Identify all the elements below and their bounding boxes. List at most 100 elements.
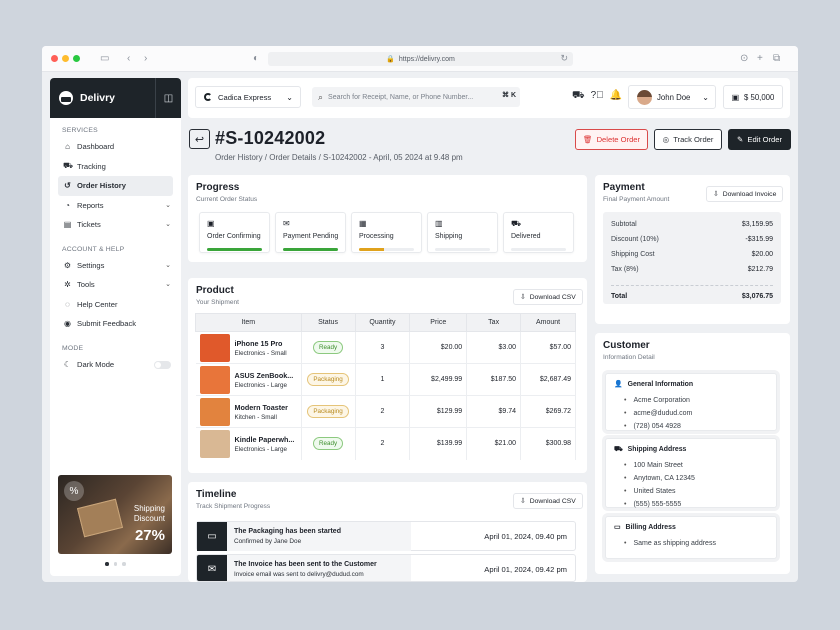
tabs-overview-icon[interactable]: ⧉ (773, 52, 780, 66)
company-select[interactable]: Cadica Express ⌄ (195, 86, 301, 108)
download-invoice-button[interactable]: ⇩ Download Invoice (706, 186, 784, 202)
file-download-icon: ⇩ (520, 294, 526, 301)
timeline-card: Timeline Track Shipment Progress ⇩ Downlo… (188, 482, 587, 582)
product-image (199, 429, 230, 458)
delivery-truck-icon[interactable]: ⛟ (572, 90, 585, 103)
address-bar[interactable]: 🔒 https://delivry.com ↻ (268, 52, 573, 66)
brand-name: Delivry (80, 92, 116, 104)
table-row[interactable]: Kindle Paperwh... Electronics - Large Read… (195, 427, 576, 460)
step-bar (207, 248, 262, 251)
status-badge: Ready (312, 341, 344, 354)
column-header: Item (195, 313, 302, 332)
sidebar-item-tickets[interactable]: ▤ Tickets ⌄ (58, 215, 173, 235)
list-item: acme@dudud.com (624, 407, 692, 420)
reload-icon[interactable]: ↻ (560, 53, 568, 64)
status-badge: Ready (312, 437, 344, 451)
new-tab-icon[interactable]: + (757, 52, 763, 66)
sidebar-item-label: Order History (77, 181, 126, 191)
quantity-cell: 2 (355, 427, 411, 460)
promo-banner[interactable]: % Shipping Discount 27% (58, 475, 172, 554)
shipping-address-list: 100 Main Street Anytown, CA 12345 United… (624, 459, 695, 511)
back-arrow-icon[interactable]: ‹ (127, 52, 130, 66)
step-processing: ▦ Processing (351, 212, 422, 253)
help-circle-icon[interactable]: ?⃝ (591, 90, 604, 103)
chevron-down-icon[interactable]: ⌄ (165, 220, 171, 228)
minimize-window-button[interactable] (62, 55, 69, 62)
shield-icon[interactable]: ◐ (253, 52, 259, 66)
sidebar-item-tools[interactable]: ✲ Tools ⌄ (58, 275, 173, 295)
browser-titlebar: ▭ ‹ › ◐ 🔒 https://delivry.com ↻ ⊙ + ⧉ (42, 46, 798, 72)
progress-title: Progress (196, 182, 240, 193)
breadcrumb: Order History / Order Details / S-102420… (215, 153, 463, 162)
dark-mode-row: ☾ Dark Mode (58, 355, 173, 375)
boxes-icon: ▦ (359, 219, 367, 228)
sidebar-item-label: Tools (77, 280, 95, 290)
step-label: Payment Pending (283, 233, 339, 240)
sidebar: Delivry ◫ SERVICES ⌂ Dashboard ⛟ Tracking … (50, 78, 181, 576)
maximize-window-button[interactable] (73, 55, 80, 62)
credit-card-icon: ▭ (614, 524, 621, 531)
promo-pager (50, 562, 181, 566)
column-header: Quantity (354, 313, 411, 332)
delete-order-button[interactable]: 🗑 Delete Order (575, 129, 648, 150)
sidebar-item-dashboard[interactable]: ⌂ Dashboard (58, 137, 173, 157)
download-icon[interactable]: ⊙ (740, 52, 748, 66)
topbar-icons: ⛟ ?⃝ 🔔 (572, 90, 622, 103)
lock-icon: 🔒 (386, 56, 395, 63)
step-bar-fill (207, 248, 262, 251)
customer-card: Customer Information Detail 👤 General Inf… (595, 333, 790, 574)
sidebar-item-submit-feedback[interactable]: ◉ Submit Feedback (58, 314, 173, 334)
pager-dot[interactable] (122, 562, 126, 566)
chevron-down-icon[interactable]: ⌄ (165, 280, 171, 288)
truck-icon: ⛟ (614, 446, 623, 453)
pager-dot[interactable] (113, 562, 118, 566)
wallet-balance[interactable]: ▣ $ 50,000 (723, 85, 783, 109)
product-card: Product Your Shipment ⇩ Download CSV Item… (188, 278, 587, 473)
nav-services: ⌂ Dashboard ⛟ Tracking ↺ Order History ◔ Rep… (58, 137, 173, 235)
timeline-event-text: The Packaging has been started Confirmed … (227, 522, 411, 551)
billing-address-list: Same as shipping address (624, 537, 716, 550)
table-row[interactable]: ASUS ZenBook... Electronics - Large Packag… (195, 363, 576, 396)
collapse-sidebar-icon[interactable]: ◫ (155, 78, 181, 118)
payment-summary: Subtotal $3,159.95 Discount (10%) -$315.99… (603, 212, 781, 304)
pager-dot[interactable] (105, 562, 109, 566)
step-bar (435, 248, 490, 251)
list-item: (728) 054 4928 (624, 420, 692, 433)
delete-order-label: Delete Order (596, 135, 641, 144)
step-label: Shipping (435, 233, 463, 240)
sidebar-item-tracking[interactable]: ⛟ Tracking (58, 157, 173, 177)
chevron-down-icon[interactable]: ⌄ (165, 201, 171, 209)
forward-arrow-icon[interactable]: › (144, 52, 147, 66)
back-button[interactable]: ↩ (189, 129, 210, 149)
sidebar-toggle-icon[interactable]: ▭ (100, 52, 109, 66)
search-icon: ⌕ (318, 91, 324, 102)
edit-order-button[interactable]: ✎ Edit Order (728, 129, 791, 150)
sidebar-item-settings[interactable]: ⚙ Settings ⌄ (58, 256, 173, 276)
chevron-down-icon[interactable]: ⌄ (165, 261, 171, 269)
payment-line-label: Subtotal (611, 221, 637, 228)
download-csv-button[interactable]: ⇩ Download CSV (513, 289, 583, 305)
sidebar-item-help-center[interactable]: ◌ Help Center (58, 295, 173, 315)
track-order-button[interactable]: ◎ Track Order (654, 129, 722, 150)
bell-icon[interactable]: 🔔 (610, 90, 622, 103)
timeline-event[interactable]: ▭ The Packaging has been started Confirme… (196, 521, 576, 551)
search-input[interactable]: ⌕ Search for Receipt, Name, or Phone Num… (312, 87, 520, 107)
item-cell: ASUS ZenBook... Electronics - Large (195, 363, 302, 396)
payment-line: Discount (10%) -$315.99 (611, 236, 773, 243)
shipping-address-title: Shipping Address (627, 446, 687, 453)
user-menu[interactable]: John Doe ⌄ (628, 85, 716, 109)
table-row[interactable]: iPhone 15 Pro Electronics - Small Ready 3 $2… (195, 331, 576, 364)
product-table: Item Status Quantity Price Tax Amount iP… (195, 313, 576, 460)
table-row[interactable]: Modern Toaster Kitchen - Small Packaging 2 $… (195, 395, 576, 428)
product-subtitle: Your Shipment (196, 299, 240, 306)
sidebar-item-order-history[interactable]: ↺ Order History (58, 176, 173, 196)
dark-mode-toggle[interactable] (154, 360, 171, 369)
close-window-button[interactable] (51, 55, 58, 62)
download-csv-button[interactable]: ⇩ Download CSV (513, 493, 583, 509)
list-item: Anytown, CA 12345 (624, 472, 695, 485)
progress-stepper: ▣ Order Confirming ✉ Payment Pending ▦ Proc… (199, 212, 574, 253)
sidebar-item-reports[interactable]: ◔ Reports ⌄ (58, 196, 173, 216)
timeline-event[interactable]: ✉ The Invoice has been sent to the Custo… (196, 554, 576, 582)
payment-line: Subtotal $3,159.95 (611, 221, 773, 228)
edit-order-label: Edit Order (747, 135, 782, 144)
